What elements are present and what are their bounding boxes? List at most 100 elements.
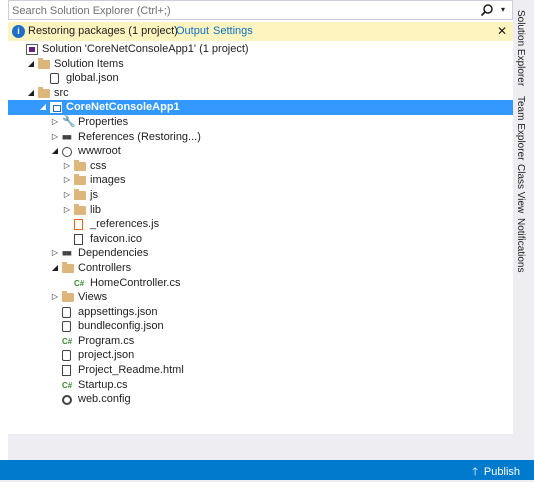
json-file-icon [62,306,71,318]
folder-icon [74,188,86,200]
tree-item[interactable]: ◢ wwwroot [8,144,513,159]
expand-arrow-icon[interactable]: ▷ [62,159,72,173]
tab-team-explorer[interactable]: Team Explorer [515,96,526,160]
tree-item[interactable]: ▷ js [8,188,513,203]
tree-item-label: appsettings.json [78,305,158,318]
output-link[interactable]: Output [176,25,209,37]
tree-item-label: Solution 'CoreNetConsoleApp1' (1 project… [42,43,249,55]
collapse-arrow-icon[interactable]: ◢ [50,144,60,158]
tree-item[interactable]: ▷ lib [8,203,513,218]
collapse-arrow-icon[interactable]: ◢ [26,57,36,71]
folder-icon [38,57,50,69]
config-file-icon [62,395,72,406]
tree-item[interactable]: ◢ src [8,86,513,101]
search-input[interactable] [12,3,482,18]
tree-item-label: HomeController.cs [90,276,181,289]
tree-item[interactable]: appsettings.json [8,305,513,320]
folder-icon [74,159,86,171]
tree-item[interactable]: Solution 'CoreNetConsoleApp1' (1 project… [8,42,513,57]
info-bar: i Restoring packages (1 project) Output … [8,22,513,41]
tree-item[interactable]: ▷ ■■ Dependencies [8,246,513,261]
tree-item[interactable]: ▷ Views [8,290,513,305]
status-bar: 🡑 Publish [0,460,534,480]
tree-item[interactable]: ▷ 🔧 Properties [8,115,513,130]
tree-item[interactable]: C# Startup.cs [8,378,513,393]
tree-item-label: Dependencies [78,247,149,260]
tab-class-view[interactable]: Class View [515,164,526,213]
tree-item-label: References (Restoring...) [78,130,201,143]
tree-item-label: Project_Readme.html [78,364,184,377]
tree-item[interactable]: web.config [8,392,513,407]
publish-arrow-icon: 🡑 [472,466,478,478]
tree-item-label: Controllers [78,261,132,274]
tree-item[interactable]: ▷ ■■ References (Restoring...) [8,130,513,145]
tree-item-label: Solution Items [54,57,124,70]
expand-arrow-icon[interactable]: ▷ [50,290,60,304]
expand-arrow-icon[interactable]: ▷ [62,203,72,217]
json-file-icon [62,350,71,362]
folder-icon [74,174,86,186]
tree-item-label: src [54,86,69,99]
search-bar: ▾ [8,0,513,20]
js-file-icon [74,219,83,231]
tree-item-label: images [90,174,126,187]
folder-icon [62,291,74,303]
settings-link[interactable]: Settings [213,25,253,37]
tree-item[interactable]: favicon.ico [8,232,513,247]
tree-item-label: lib [90,203,102,216]
tree-item[interactable]: ◢ Solution Items [8,57,513,72]
references-icon: ■■ [62,131,72,142]
close-icon[interactable]: ✕ [497,24,507,38]
tree-item[interactable]: ◢ Controllers [8,261,513,276]
expand-arrow-icon[interactable]: ▷ [62,173,72,187]
solution-explorer-panel: ▾ i Restoring packages (1 project) Outpu… [8,0,514,434]
tree-item[interactable]: ◢ CoreNetConsoleApp1 [8,100,513,115]
tree-item[interactable]: C# HomeController.cs [8,276,513,291]
tree-item-label: js [90,188,98,201]
csharp-file-icon: C# [74,278,85,288]
editor-edge [0,0,8,460]
tab-notifications[interactable]: Notifications [515,218,526,272]
tree-item-label: web.config [78,393,131,406]
collapse-arrow-icon[interactable]: ◢ [38,100,48,114]
tree-item[interactable]: ▷ css [8,159,513,174]
tree-item[interactable]: C# Program.cs [8,334,513,349]
tree-item-label: wwwroot [78,145,121,158]
tree-item-label: CoreNetConsoleApp1 [66,101,180,114]
html-file-icon [62,365,71,377]
publish-button[interactable]: 🡑 Publish [472,463,520,482]
info-message: Restoring packages (1 project) [28,25,178,37]
folder-icon [74,203,86,215]
tree-item[interactable]: _references.js [8,217,513,232]
folder-icon [62,261,74,273]
tree-item-label: project.json [78,349,135,362]
tree-item[interactable]: ▷ images [8,173,513,188]
tree-item-label: Properties [78,115,129,128]
tree-item[interactable]: project.json [8,348,513,363]
ico-file-icon [74,233,83,245]
csharp-file-icon: C# [62,336,73,346]
tree-item-label: global.json [66,72,119,85]
wrench-icon: 🔧 [62,115,76,128]
tree-item-label: Startup.cs [78,378,128,391]
right-tab-strip: Solution Explorer Team Explorer Class Vi… [513,0,534,460]
tab-solution-explorer[interactable]: Solution Explorer [515,10,526,86]
tree-item[interactable]: bundleconfig.json [8,319,513,334]
tree-item[interactable]: Project_Readme.html [8,363,513,378]
collapse-arrow-icon[interactable]: ◢ [26,86,36,100]
globe-icon [62,147,72,158]
tree-item-label: _references.js [90,218,160,231]
expand-arrow-icon[interactable]: ▷ [50,130,60,144]
chevron-down-icon[interactable]: ▾ [498,4,508,16]
search-icon[interactable] [480,3,494,17]
collapse-arrow-icon[interactable]: ◢ [50,261,60,275]
csharp-file-icon: C# [62,380,73,390]
tree-item[interactable]: global.json [8,71,513,86]
json-file-icon [50,73,59,85]
solution-icon [26,44,38,55]
expand-arrow-icon[interactable]: ▷ [50,115,60,129]
info-icon: i [12,25,25,38]
expand-arrow-icon[interactable]: ▷ [50,246,60,260]
tree-item-label: Views [78,291,108,304]
expand-arrow-icon[interactable]: ▷ [62,188,72,202]
